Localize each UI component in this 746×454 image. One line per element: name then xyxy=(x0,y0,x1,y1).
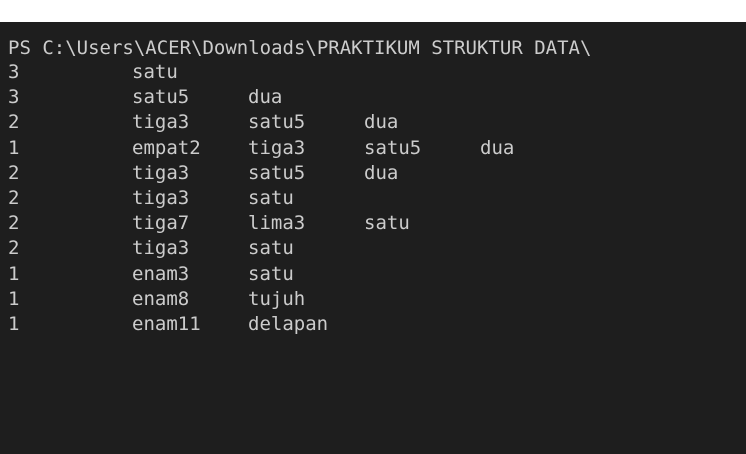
line-item: tiga3 xyxy=(132,237,190,260)
line-item: satu5 xyxy=(248,111,306,134)
line-item: satu5 xyxy=(248,161,306,184)
line-item: dua xyxy=(480,136,515,159)
line-count: 2 xyxy=(8,212,20,235)
line-count: 3 xyxy=(8,61,20,83)
line-item: enam8 xyxy=(132,287,190,310)
line-item: lima3 xyxy=(248,212,306,235)
line-count: 3 xyxy=(8,86,20,109)
line-count: 1 xyxy=(8,136,20,159)
line-item: dua xyxy=(364,161,399,184)
line-item: satu xyxy=(364,212,410,235)
line-item: satu5 xyxy=(364,136,422,159)
line-count: 2 xyxy=(8,161,20,184)
line-count: 1 xyxy=(8,262,20,285)
line-item: delapan xyxy=(248,312,329,335)
line-item: dua xyxy=(248,86,283,109)
line-item: satu xyxy=(132,61,178,83)
line-item: tiga3 xyxy=(132,161,190,184)
line-item: satu5 xyxy=(132,86,190,109)
line-count: 2 xyxy=(8,237,20,260)
line-item: empat2 xyxy=(132,136,201,159)
terminal-prompt: PS C:\Users\ACER\Downloads\PRAKTIKUM STR… xyxy=(8,37,592,59)
line-item: dua xyxy=(364,111,399,134)
line-count: 1 xyxy=(8,287,20,310)
line-item: satu xyxy=(248,262,294,285)
line-item: tiga7 xyxy=(132,212,190,235)
line-count: 1 xyxy=(8,312,20,335)
line-item: satu xyxy=(248,237,294,260)
line-item: tiga3 xyxy=(132,186,190,209)
line-item: satu xyxy=(248,186,294,209)
screenshot-frame: PS C:\Users\ACER\Downloads\PRAKTIKUM STR… xyxy=(0,0,746,454)
line-item: enam11 xyxy=(132,312,201,335)
line-count: 2 xyxy=(8,111,20,134)
line-count: 2 xyxy=(8,186,20,209)
line-item: tiga3 xyxy=(132,111,190,134)
line-item: tujuh xyxy=(248,287,306,310)
line-item: enam3 xyxy=(132,262,190,285)
line-item: tiga3 xyxy=(248,136,306,159)
terminal-panel[interactable]: PS C:\Users\ACER\Downloads\PRAKTIKUM STR… xyxy=(0,22,746,454)
